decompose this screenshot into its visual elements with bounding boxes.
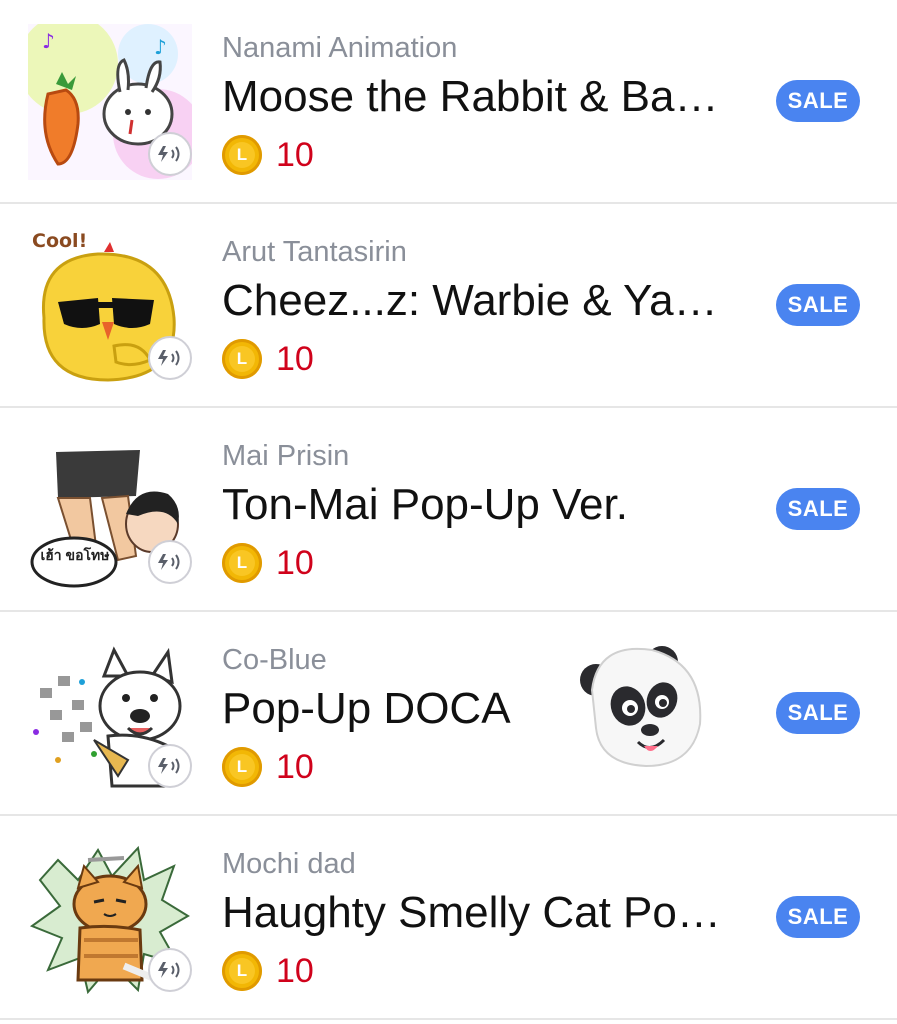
pop-up-sound-icon bbox=[148, 744, 192, 788]
author-name: Co-Blue bbox=[222, 644, 327, 676]
price: L 10 bbox=[222, 134, 314, 176]
price: L 10 bbox=[222, 950, 314, 992]
list-item[interactable]: Co-Blue Pop-Up DOCA L 10 SALE bbox=[0, 612, 897, 816]
coin-icon: L bbox=[222, 135, 262, 175]
author-name: Mai Prisin bbox=[222, 440, 350, 472]
pop-up-sound-icon bbox=[148, 132, 192, 176]
sale-badge: SALE bbox=[776, 488, 860, 530]
svg-text:♪: ♪ bbox=[42, 29, 55, 53]
coin-icon: L bbox=[222, 951, 262, 991]
svg-text:♪: ♪ bbox=[154, 35, 167, 59]
coin-icon: L bbox=[222, 747, 262, 787]
price: L 10 bbox=[222, 542, 314, 584]
list-item[interactable]: Cool! Arut Tantasirin Cheez...z: Warbie … bbox=[0, 204, 897, 408]
sticker-title: Cheez...z: Warbie & Ya… bbox=[222, 276, 718, 325]
list-item[interactable]: Mochi dad Haughty Smelly Cat Po… L 10 SA… bbox=[0, 816, 897, 1020]
sale-badge: SALE bbox=[776, 284, 860, 326]
sale-badge: SALE bbox=[776, 692, 860, 734]
sticker-list: ♪ ♪ Nanami Animation Moose the Rabbit & … bbox=[0, 0, 897, 1024]
cool-label: Cool! bbox=[32, 230, 88, 252]
author-name: Mochi dad bbox=[222, 848, 356, 880]
price-value: 10 bbox=[276, 747, 314, 786]
speech-bubble-text: เฮ้า ขอโทษ bbox=[40, 547, 110, 563]
price: L 10 bbox=[222, 338, 314, 380]
sale-badge: SALE bbox=[776, 896, 860, 938]
sticker-title: Haughty Smelly Cat Po… bbox=[222, 888, 721, 937]
list-item[interactable]: ♪ ♪ Nanami Animation Moose the Rabbit & … bbox=[0, 0, 897, 204]
pop-up-sound-icon bbox=[148, 948, 192, 992]
pop-up-sound-icon bbox=[148, 336, 192, 380]
panda-face-icon bbox=[578, 632, 704, 772]
price: L 10 bbox=[222, 746, 314, 788]
sticker-title: Ton-Mai Pop-Up Ver. bbox=[222, 480, 628, 529]
price-value: 10 bbox=[276, 135, 314, 174]
list-item[interactable]: เฮ้า ขอโทษ Mai Prisin Ton-Mai Pop-Up Ver… bbox=[0, 408, 897, 612]
price-value: 10 bbox=[276, 543, 314, 582]
price-value: 10 bbox=[276, 339, 314, 378]
author-name: Arut Tantasirin bbox=[222, 236, 407, 268]
coin-icon: L bbox=[222, 339, 262, 379]
pop-up-sound-icon bbox=[148, 540, 192, 584]
sticker-title: Moose the Rabbit & Ba… bbox=[222, 72, 719, 121]
author-name: Nanami Animation bbox=[222, 32, 458, 64]
coin-icon: L bbox=[222, 543, 262, 583]
sale-badge: SALE bbox=[776, 80, 860, 122]
price-value: 10 bbox=[276, 951, 314, 990]
